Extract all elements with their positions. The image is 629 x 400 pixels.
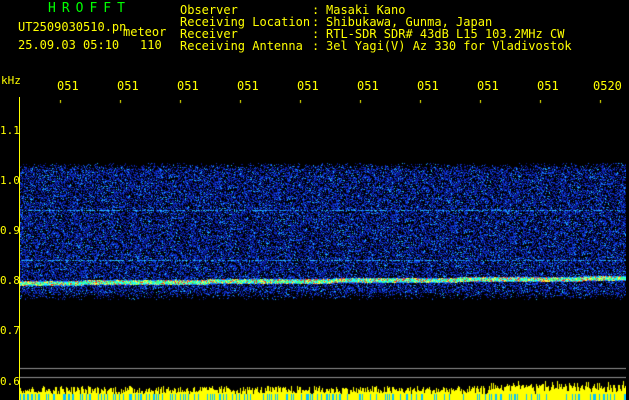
x-tick-label: 051 — [357, 79, 379, 93]
info-value-antenna: 3el Yagi(V) Az 330 for Vladivostok — [326, 39, 572, 53]
x-tick-label: 0520 — [593, 79, 622, 93]
y-tick-label: 1.0 — [0, 174, 20, 187]
file-name: UT2509030510.pn — [18, 20, 127, 34]
x-tick-label: 051 — [417, 79, 439, 93]
y-tick-label: 1.1 — [0, 124, 20, 137]
y-tick-label: 0.7 — [0, 324, 20, 337]
info-label-antenna: Receiving Antenna — [180, 39, 303, 53]
y-tick-label: 0.9 — [0, 224, 20, 237]
spectrogram — [20, 100, 626, 400]
meteor-count: 110 — [140, 38, 162, 52]
brand-title: HROFFT — [48, 1, 131, 16]
y-tick-label: 0.6 — [0, 375, 20, 388]
x-tick-label: 051 — [477, 79, 499, 93]
x-tick-label: 051 — [237, 79, 259, 93]
x-tick-label: 051 — [57, 79, 79, 93]
x-tick-label: 051 — [117, 79, 139, 93]
x-tick-label: 051 — [297, 79, 319, 93]
date-time: 25.09.03 05:10 — [18, 38, 120, 52]
info-sep: : — [312, 39, 320, 53]
x-tick-label: 051 — [537, 79, 559, 93]
y-axis-unit: kHz — [1, 74, 21, 87]
x-tick-label: 051 — [177, 79, 199, 93]
y-tick-label: 0.8 — [0, 274, 20, 287]
